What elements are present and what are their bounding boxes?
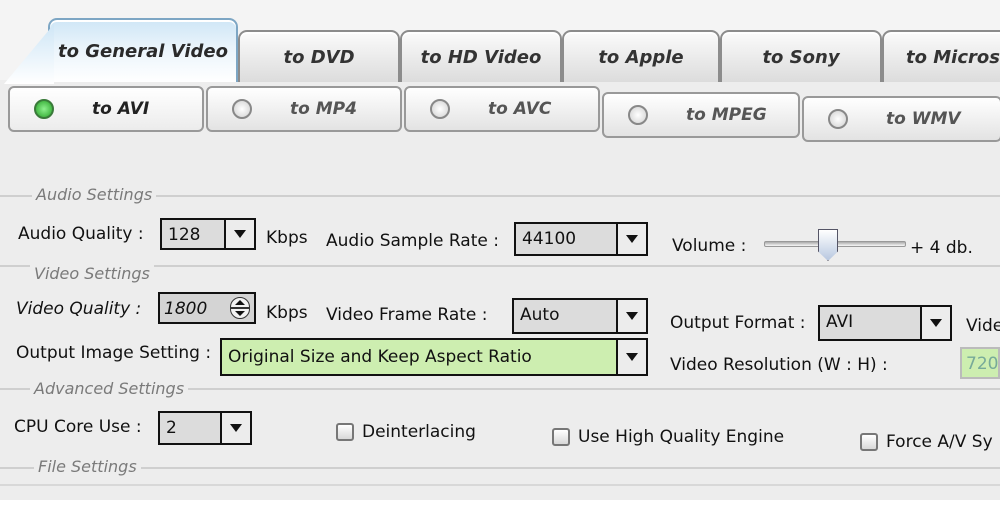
frame-rate-select[interactable]: Auto [512,298,648,334]
chevron-down-icon[interactable] [616,224,646,254]
high-quality-checkbox[interactable]: Use High Quality Engine [552,427,784,447]
image-setting-select[interactable]: Original Size and Keep Aspect Ratio [220,338,648,376]
cpu-core-value: 2 [166,418,177,438]
tab-sony[interactable]: to Sony [720,30,882,82]
sample-rate-value: 44100 [522,229,577,249]
format-tab-label: to WMV [886,109,961,129]
volume-slider-thumb[interactable] [818,229,838,261]
volume-label: Volume : [672,236,747,256]
chevron-down-icon[interactable] [616,300,646,332]
tab-apple[interactable]: to Apple [562,30,720,82]
image-setting-label: Output Image Setting : [16,343,212,363]
format-tab-avi[interactable]: to AVI [8,86,204,132]
chevron-down-icon[interactable] [224,220,254,248]
format-tab-wmv[interactable]: to WMV [802,96,1000,142]
radio-icon [828,109,848,129]
output-format-value: AVI [826,312,854,332]
sample-rate-label: Audio Sample Rate : [326,231,499,251]
audio-section-title: Audio Settings [32,185,157,204]
force-av-sync-label: Force A/V Sy [886,432,993,452]
audio-quality-unit: Kbps [266,228,308,248]
tab-microsoft[interactable]: to Microso [882,30,1000,82]
spin-up-icon[interactable] [230,297,250,308]
chevron-down-icon[interactable] [616,340,646,374]
radio-icon [628,105,648,125]
image-setting-value: Original Size and Keep Aspect Ratio [228,347,532,367]
audio-quality-value: 128 [168,225,201,245]
tab-general-video[interactable]: to General Video [48,18,238,82]
file-section-title: File Settings [34,457,141,476]
radio-icon [232,99,252,119]
deinterlacing-checkbox[interactable]: Deinterlacing [336,422,476,442]
frame-rate-label: Video Frame Rate : [326,305,488,325]
radio-selected-icon [34,99,54,119]
deinterlacing-label: Deinterlacing [362,422,476,442]
cpu-core-label: CPU Core Use : [14,417,142,437]
output-format-label: Output Format : [670,313,806,333]
force-av-sync-checkbox[interactable]: Force A/V Sy [860,432,993,452]
high-quality-label: Use High Quality Engine [578,427,785,447]
checkbox-icon[interactable] [860,433,878,451]
video-quality-label: Video Quality : [16,299,142,319]
format-tab-bar: to AVI to MP4 to AVC to MPEG to WMV [0,82,1000,142]
video-quality-spinner[interactable]: 1800 [158,292,256,324]
cpu-core-select[interactable]: 2 [158,411,252,445]
format-tab-mp4[interactable]: to MP4 [206,86,402,132]
tab-dvd[interactable]: to DVD [238,30,400,82]
format-tab-label: to MP4 [290,99,357,119]
format-tab-label: to AVI [92,99,150,119]
video-cut-label: Vide [966,316,1000,336]
chevron-down-icon[interactable] [220,413,250,443]
chevron-down-icon[interactable] [920,307,950,339]
file-divider-bottom [0,484,1000,486]
video-quality-unit: Kbps [266,303,308,323]
video-section-title: Video Settings [30,264,154,283]
file-divider [0,467,1000,469]
audio-quality-label: Audio Quality : [18,224,144,244]
resolution-label: Video Resolution (W : H) : [670,355,888,375]
format-tab-label: to MPEG [686,105,767,125]
resolution-width-input[interactable]: 720 [960,347,1000,379]
format-tab-avc[interactable]: to AVC [404,86,600,132]
tab-hd-video[interactable]: to HD Video [400,30,562,82]
advanced-section-title: Advanced Settings [30,379,189,398]
audio-quality-select[interactable]: 128 [160,218,256,250]
spin-down-icon[interactable] [230,308,250,319]
format-tab-mpeg[interactable]: to MPEG [602,92,800,138]
format-tab-label: to AVC [488,99,552,119]
category-tab-bar: to General Video to DVD to HD Video to A… [0,0,1000,82]
output-format-select[interactable]: AVI [818,305,952,341]
volume-value: + 4 db. [910,238,973,258]
checkbox-icon[interactable] [336,423,354,441]
video-quality-value: 1800 [164,299,208,319]
converter-panel: to General Video to DVD to HD Video to A… [0,0,1000,500]
sample-rate-select[interactable]: 44100 [514,222,648,256]
checkbox-icon[interactable] [552,428,570,446]
frame-rate-value: Auto [520,305,560,325]
radio-icon [430,99,450,119]
